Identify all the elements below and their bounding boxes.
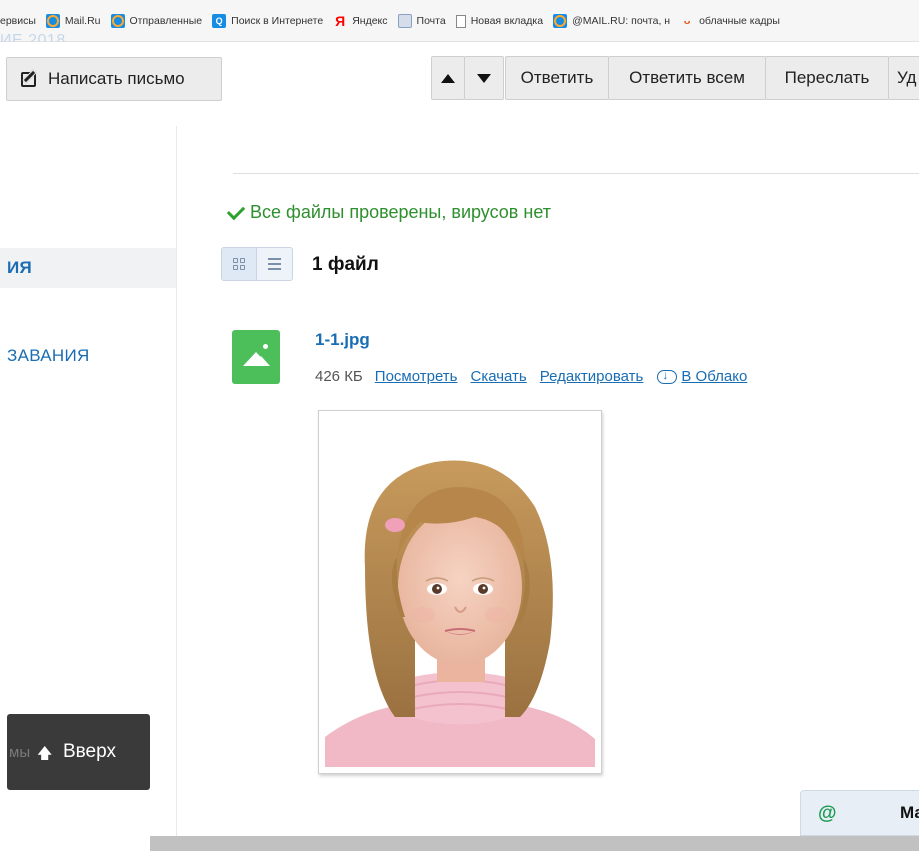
reply-all-button[interactable]: Ответить всем [608, 56, 766, 100]
delete-button[interactable]: Уд [888, 56, 919, 100]
compose-button[interactable]: Написать письмо [6, 57, 222, 101]
mail-agent-icon: @ [818, 803, 837, 824]
child-portrait-image [325, 417, 595, 767]
sidebar-ghost-text: мы [9, 744, 31, 761]
bookmark-services[interactable]: ервисы [0, 15, 36, 27]
bookmarks-bar: ервисы Mail.Ru Отправленные Q Поиск в Ин… [0, 0, 919, 49]
checkmark-icon [223, 204, 245, 220]
bookmark-search[interactable]: Q Поиск в Интернете [212, 14, 323, 28]
bookmark-new-tab[interactable]: Новая вкладка [455, 14, 543, 28]
content-divider [233, 173, 919, 174]
bookmark-mail[interactable]: Почта [397, 14, 446, 28]
compose-icon [21, 69, 39, 88]
mailru-icon [110, 14, 125, 28]
scroll-to-top-button[interactable]: мы 🡅 Вверх [7, 714, 150, 790]
virus-check-text: Все файлы проверены, вирусов нет [250, 201, 551, 222]
attachment-size: 426 КБ [315, 367, 363, 385]
bookmark-sent[interactable]: Отправленные [110, 14, 202, 28]
mailru-icon [553, 14, 568, 28]
compose-label: Написать письмо [48, 69, 185, 88]
mail-agent-button[interactable]: @ Ма [800, 790, 919, 836]
horizontal-scrollbar[interactable] [150, 836, 919, 851]
arrow-up-icon [441, 73, 455, 83]
list-view-button[interactable] [257, 248, 292, 280]
virus-check-status: Все файлы проверены, вирусов нет [223, 200, 551, 224]
yandex-icon: Я [335, 13, 346, 29]
mail-icon [397, 14, 412, 28]
forward-button[interactable]: Переслать [765, 56, 889, 100]
page-icon [455, 14, 466, 28]
sidebar-divider [176, 126, 177, 836]
next-message-button[interactable] [464, 56, 504, 100]
previous-message-button[interactable] [431, 56, 465, 100]
edit-link[interactable]: Редактировать [540, 368, 644, 385]
view-link[interactable]: Посмотреть [375, 368, 458, 385]
search-icon: Q [212, 14, 227, 28]
download-link[interactable]: Скачать [470, 368, 526, 385]
mail-agent-label: Ма [900, 803, 919, 822]
grid-view-button[interactable] [222, 248, 258, 280]
attachment-view-toggle [221, 247, 293, 281]
bookmark-cloud-frames[interactable]: ᴗ облачные кадры [680, 14, 780, 28]
mailru-icon [45, 14, 60, 28]
bookmark-yandex[interactable]: Я Яндекс [333, 13, 387, 29]
arrow-up-icon: 🡅 [37, 745, 53, 762]
bookmarks-row: ервисы Mail.Ru Отправленные Q Поиск в Ин… [0, 13, 790, 29]
file-count: 1 файл [312, 254, 379, 275]
arrow-down-icon [477, 73, 491, 83]
bookmark-mailru[interactable]: Mail.Ru [45, 14, 101, 28]
sidebar-item-orders[interactable]: ЗАВАНИЯ [7, 346, 90, 366]
sidebar-item-active-label[interactable]: ИЯ [7, 258, 32, 278]
attachment-name-link[interactable]: 1-1.jpg [315, 330, 370, 350]
cloud-download-icon[interactable] [656, 367, 678, 385]
reply-button[interactable]: Ответить [505, 56, 609, 100]
cloud-icon: ᴗ [683, 15, 691, 27]
image-file-icon[interactable] [232, 330, 280, 384]
save-to-cloud-link[interactable]: В Облако [681, 368, 747, 385]
attachment-image-preview[interactable] [318, 410, 602, 774]
grid-icon [233, 258, 245, 270]
scroll-to-top-label: Вверх [63, 741, 116, 762]
attachment-actions: 426 КБ Посмотреть Скачать Редактировать … [315, 367, 760, 385]
mail-toolbar: Написать письмо Ответить Ответить всем П… [0, 42, 919, 126]
bookmark-mailru-mail[interactable]: @MAIL.RU: почта, н [553, 14, 670, 28]
list-icon [268, 258, 281, 270]
